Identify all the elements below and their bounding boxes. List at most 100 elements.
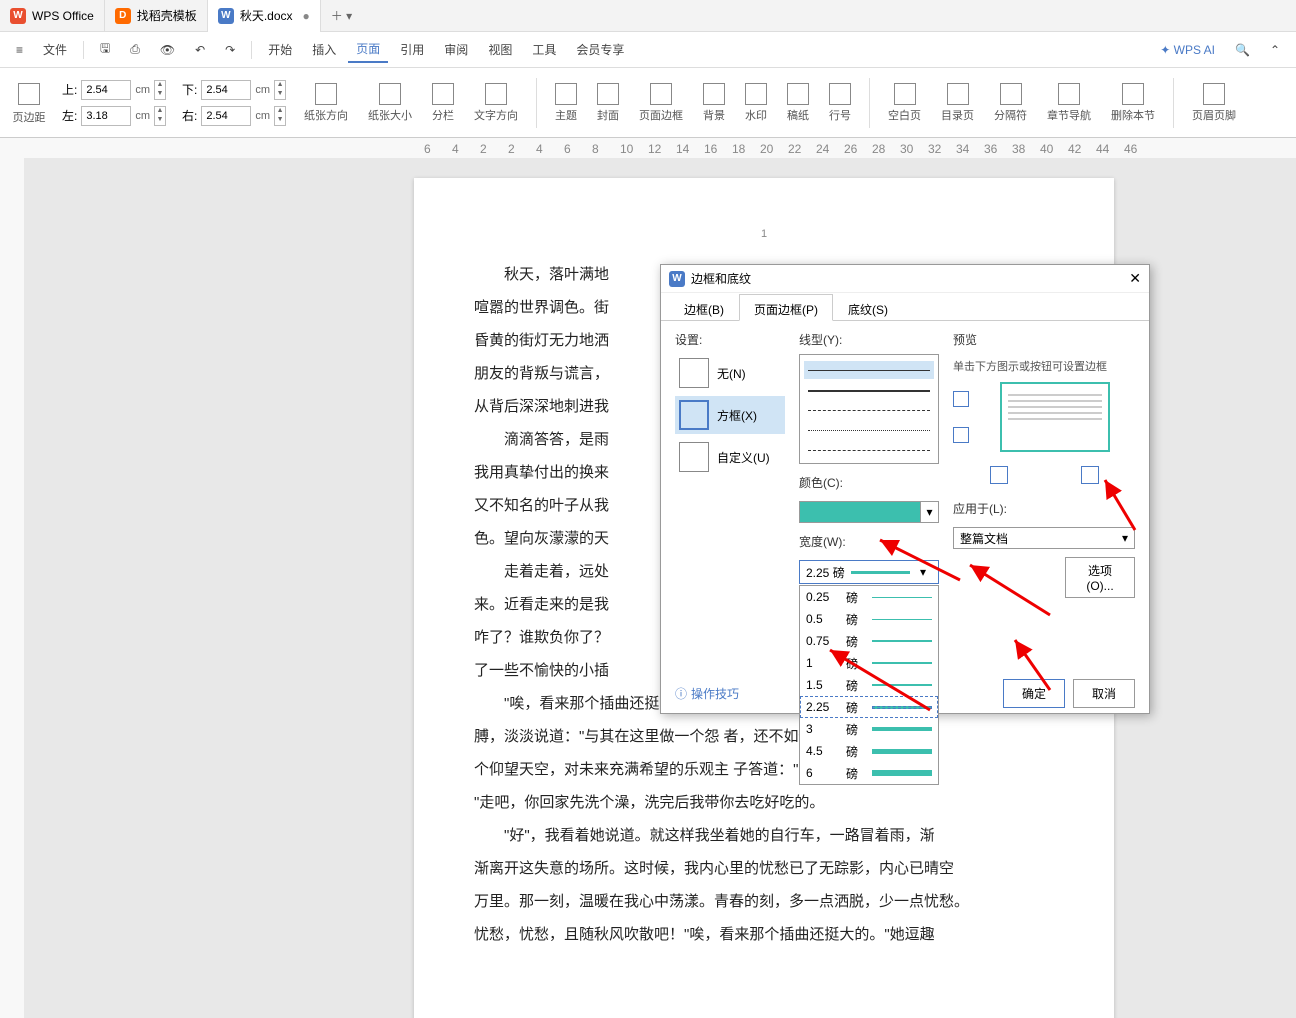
textdir-icon: [485, 83, 507, 105]
watermark-icon: [745, 83, 767, 105]
border-left-toggle[interactable]: [990, 466, 1008, 484]
preview-icon[interactable]: 👁: [152, 39, 183, 61]
options-button[interactable]: 选项(O)...: [1065, 557, 1135, 598]
tab-border[interactable]: 边框(B): [669, 294, 739, 321]
linetype-option[interactable]: [804, 461, 934, 464]
custom-icon: [679, 442, 709, 472]
menu-ref[interactable]: 引用: [392, 37, 432, 62]
menu-start[interactable]: 开始: [260, 37, 300, 62]
tab-wps-office[interactable]: WWPS Office: [0, 0, 105, 32]
toc-button[interactable]: 目录页: [935, 81, 980, 125]
box-icon: [679, 400, 709, 430]
wps-ai-button[interactable]: ✦ WPS AI: [1152, 39, 1223, 61]
para: 忧愁，忧愁，且随秋风吹散吧！"唉，看来那个插曲还挺大的。"她逗趣: [474, 918, 1054, 951]
tab-pageborder[interactable]: 页面边框(P): [739, 294, 833, 321]
redo-icon[interactable]: ↷: [217, 39, 243, 61]
margin-right-input[interactable]: 右:cm▲▼: [182, 105, 286, 127]
menu-page[interactable]: 页面: [348, 36, 388, 63]
preview-hint: 单击下方图示或按钮可设置边框: [953, 358, 1135, 374]
menu-tools[interactable]: 工具: [524, 37, 564, 62]
title-bar: WWPS Office D找稻壳模板 W秋天.docx● ＋ ▾: [0, 0, 1296, 32]
background-button[interactable]: 背景: [697, 81, 731, 125]
headerfooter-icon: [1203, 83, 1225, 105]
background-icon: [703, 83, 725, 105]
none-icon: [679, 358, 709, 388]
tab-templates[interactable]: D找稻壳模板: [105, 0, 208, 32]
margin-left-input[interactable]: 左:cm▲▼: [62, 105, 166, 127]
width-option[interactable]: 3磅: [800, 718, 938, 740]
para: "好"，我看着她说道。就这样我坐着她的自行车，一路冒着雨，渐: [474, 819, 1054, 852]
tab-document[interactable]: W秋天.docx●: [208, 0, 321, 32]
collapse-ribbon-icon[interactable]: ⌃: [1262, 39, 1288, 61]
lineno-button[interactable]: 行号: [823, 81, 857, 125]
margin-icon: [18, 83, 40, 105]
border-top-toggle[interactable]: [953, 391, 969, 407]
menu-insert[interactable]: 插入: [304, 37, 344, 62]
setting-custom[interactable]: 自定义(U): [675, 438, 785, 476]
pageborder-button[interactable]: 页面边框: [633, 81, 689, 125]
orientation-button[interactable]: 纸张方向: [298, 81, 354, 125]
search-icon[interactable]: 🔍: [1227, 39, 1258, 61]
blankpage-icon: [894, 83, 916, 105]
close-icon[interactable]: ✕: [1129, 270, 1141, 287]
linetype-option[interactable]: [804, 401, 934, 419]
menu-member[interactable]: 会员专享: [568, 37, 632, 62]
linetype-option[interactable]: [804, 441, 934, 459]
linetype-option[interactable]: [804, 381, 934, 399]
linetype-list[interactable]: [799, 354, 939, 464]
linetype-option[interactable]: [804, 361, 934, 379]
margin-bottom-input[interactable]: 下:cm▲▼: [182, 79, 286, 101]
delsection-icon: [1122, 83, 1144, 105]
chapnav-icon: [1058, 83, 1080, 105]
menu-icon[interactable]: ≡: [8, 39, 31, 61]
papersize-button[interactable]: 纸张大小: [362, 81, 418, 125]
draft-button[interactable]: 稿纸: [781, 81, 815, 125]
template-icon: D: [115, 8, 131, 24]
margin-button[interactable]: [12, 81, 46, 107]
setting-label: 设置:: [675, 331, 785, 348]
headerfooter-button[interactable]: 页眉页脚: [1186, 81, 1242, 125]
linetype-option[interactable]: [804, 421, 934, 439]
ruler-vertical: [0, 158, 24, 1018]
para: 渐离开这失意的场所。这时候，我内心里的忧愁已了无踪影，内心已晴空: [474, 852, 1054, 885]
ribbon: 页边距 上:cm▲▼ 左:cm▲▼ 下:cm▲▼ 右:cm▲▼ 纸张方向 纸张大…: [0, 68, 1296, 138]
margin-top-input[interactable]: 上:cm▲▼: [62, 79, 166, 101]
blankpage-button[interactable]: 空白页: [882, 81, 927, 125]
columns-button[interactable]: 分栏: [426, 81, 460, 125]
para: 个仰望天空，对未来充满希望的乐观主 子答道："嗯"。: [474, 753, 1054, 786]
setting-box[interactable]: 方框(X): [675, 396, 785, 434]
new-tab-button[interactable]: ＋ ▾: [321, 7, 362, 24]
save-icon[interactable]: 🖫: [92, 35, 118, 64]
width-option[interactable]: 0.5磅: [800, 608, 938, 630]
info-icon: ⓘ: [675, 685, 687, 702]
chevron-down-icon: ▾: [920, 502, 938, 522]
cancel-button[interactable]: 取消: [1073, 679, 1135, 708]
theme-button[interactable]: 主题: [549, 81, 583, 125]
color-select[interactable]: ▾: [799, 501, 939, 523]
cover-button[interactable]: 封面: [591, 81, 625, 125]
print-icon[interactable]: ⎙: [122, 38, 148, 61]
file-menu[interactable]: 文件: [35, 37, 75, 62]
undo-icon[interactable]: ↶: [187, 39, 213, 61]
break-button[interactable]: 分隔符: [988, 81, 1033, 125]
dialog-titlebar: W 边框和底纹 ✕: [661, 265, 1149, 293]
theme-icon: [555, 83, 577, 105]
menu-review[interactable]: 审阅: [436, 37, 476, 62]
delsection-button[interactable]: 删除本节: [1105, 81, 1161, 125]
wps-icon: W: [10, 8, 26, 24]
tips-link[interactable]: ⓘ操作技巧: [675, 685, 739, 702]
dialog-title: 边框和底纹: [691, 270, 751, 287]
textdir-button[interactable]: 文字方向: [468, 81, 524, 125]
width-option[interactable]: 4.5磅: [800, 740, 938, 762]
linetype-label: 线型(Y):: [799, 331, 939, 348]
menu-view[interactable]: 视图: [480, 37, 520, 62]
border-bottom-toggle[interactable]: [953, 427, 969, 443]
cover-icon: [597, 83, 619, 105]
chapnav-button[interactable]: 章节导航: [1041, 81, 1097, 125]
width-option[interactable]: 6磅: [800, 762, 938, 784]
page-number: 1: [761, 228, 767, 240]
watermark-button[interactable]: 水印: [739, 81, 773, 125]
lineno-icon: [829, 83, 851, 105]
tab-shading[interactable]: 底纹(S): [833, 294, 903, 321]
setting-none[interactable]: 无(N): [675, 354, 785, 392]
